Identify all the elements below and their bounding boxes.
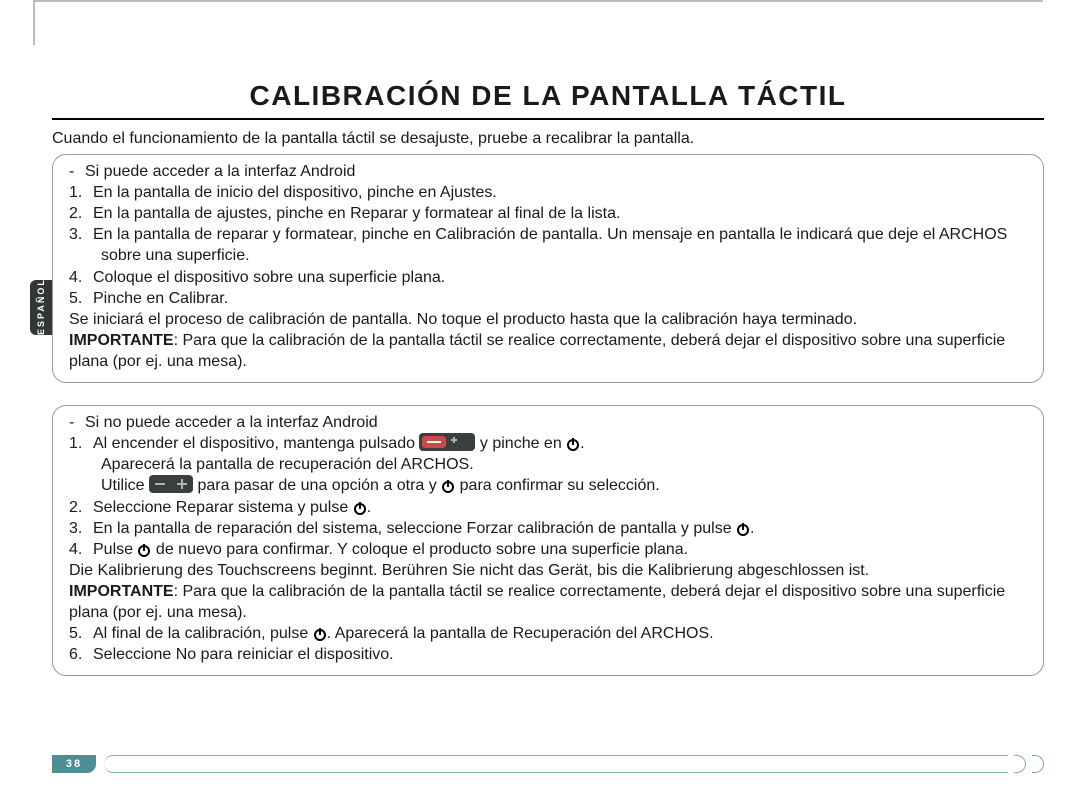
step-text: para pasar de una opción a otra y: [197, 477, 441, 494]
step-text: Coloque el dispositivo sobre una superfi…: [93, 269, 445, 286]
step-text: En la pantalla de inicio del dispositivo…: [93, 184, 497, 201]
volume-rocker-short-icon: [149, 475, 193, 493]
step-text: . Aparecerá la pantalla de Recuperación …: [327, 625, 714, 642]
important-label: IMPORTANTE: [69, 332, 174, 349]
step-text: Seleccione Reparar sistema y pulse: [93, 499, 353, 516]
step-text: Pulse: [93, 541, 137, 558]
lead-paragraph: Cuando el funcionamiento de la pantalla …: [52, 130, 1044, 148]
list-item: 5.Al final de la calibración, pulse . Ap…: [69, 623, 1027, 644]
box-b-midnote: Die Kalibrierung des Touchscreens beginn…: [69, 560, 1027, 581]
list-item: 3.En la pantalla de reparar y formatear,…: [69, 224, 1027, 266]
box-b-list-cont: 5.Al final de la calibración, pulse . Ap…: [69, 623, 1027, 665]
step-text: En la pantalla de reparar y formatear, p…: [93, 226, 1007, 264]
list-item: 3.En la pantalla de reparación del siste…: [69, 518, 1027, 539]
step-text: En la pantalla de ajustes, pinche en Rep…: [93, 205, 620, 222]
power-icon: [566, 437, 580, 451]
footer-bar: 38: [52, 755, 1044, 773]
power-icon: [313, 627, 327, 641]
power-icon: [353, 501, 367, 515]
important-text: : Para que la calibración de la pantalla…: [69, 583, 1005, 621]
list-item: 4.Coloque el dispositivo sobre una super…: [69, 267, 1027, 288]
power-icon: [736, 522, 750, 536]
crop-mark-left: [33, 0, 35, 45]
instructions-box-can-access: -Si puede acceder a la interfaz Android …: [52, 154, 1044, 383]
step-text: y pinche en: [480, 435, 566, 452]
page-number: 38: [52, 755, 96, 773]
list-item: 6.Seleccione No para reiniciar el dispos…: [69, 644, 1027, 665]
list-item: 5.Pinche en Calibrar.: [69, 288, 1027, 309]
box-b-list: 1.Al encender el dispositivo, mantenga p…: [69, 433, 1027, 560]
list-item: 1.En la pantalla de inicio del dispositi…: [69, 182, 1027, 203]
step-text: En la pantalla de reparación del sistema…: [93, 520, 736, 537]
step-text: Al encender el dispositivo, mantenga pul…: [93, 435, 419, 452]
step-text: de nuevo para confirmar. Y coloque el pr…: [156, 541, 688, 558]
language-tab: ESPAÑOL: [30, 280, 52, 335]
step-text: Al final de la calibración, pulse: [93, 625, 313, 642]
instructions-box-cannot-access: -Si no puede acceder a la interfaz Andro…: [52, 405, 1044, 676]
volume-rocker-long-icon: [419, 433, 475, 451]
list-item: 4.Pulse de nuevo para confirmar. Y coloq…: [69, 539, 1027, 560]
footer-cap: [1032, 755, 1044, 773]
power-icon: [137, 543, 151, 557]
box-a-list: 1.En la pantalla de inicio del dispositi…: [69, 182, 1027, 309]
box-heading-text: Si puede acceder a la interfaz Android: [85, 163, 355, 180]
step-text: Aparecerá la pantalla de recuperación de…: [101, 456, 474, 473]
box-heading: -Si puede acceder a la interfaz Android: [69, 161, 1027, 182]
page-title: CALIBRACIÓN DE LA PANTALLA TÁCTIL: [52, 80, 1044, 112]
important-text: : Para que la calibración de la pantalla…: [69, 332, 1005, 370]
step-text: Seleccione No para reiniciar el disposit…: [93, 646, 394, 663]
box-a-note: Se iniciará el proceso de calibración de…: [69, 309, 1027, 330]
box-b-important: IMPORTANTE: Para que la calibración de l…: [69, 581, 1027, 623]
page-content: CALIBRACIÓN DE LA PANTALLA TÁCTIL Cuando…: [52, 60, 1044, 698]
list-item: 1.Al encender el dispositivo, mantenga p…: [69, 433, 1027, 496]
footer-rule: [104, 755, 1008, 773]
box-heading-text: Si no puede acceder a la interfaz Androi…: [85, 414, 378, 431]
crop-mark-top: [33, 0, 1043, 2]
box-a-important: IMPORTANTE: Para que la calibración de l…: [69, 330, 1027, 372]
box-heading: -Si no puede acceder a la interfaz Andro…: [69, 412, 1027, 433]
footer-cap: [1014, 755, 1026, 773]
important-label: IMPORTANTE: [69, 583, 174, 600]
step-text: Utilice: [101, 477, 149, 494]
power-icon: [441, 479, 455, 493]
title-rule: [52, 118, 1044, 120]
step-text: Pinche en Calibrar.: [93, 290, 228, 307]
step-text: para confirmar su selección.: [460, 477, 660, 494]
list-item: 2.En la pantalla de ajustes, pinche en R…: [69, 203, 1027, 224]
list-item: 2.Seleccione Reparar sistema y pulse .: [69, 497, 1027, 518]
